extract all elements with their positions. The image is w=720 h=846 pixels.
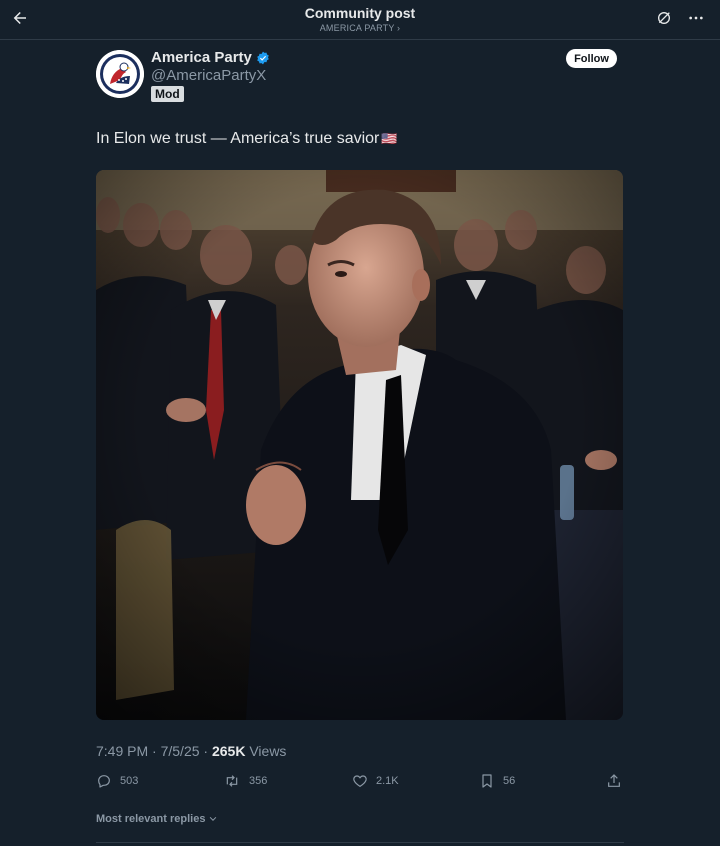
bookmark-icon (482, 774, 492, 788)
grok-icon (658, 12, 670, 24)
top-bar: Community post AMERICA PARTY › (0, 0, 720, 40)
post-image[interactable] (96, 170, 623, 720)
page-title: Community post (304, 5, 416, 21)
share-icon (608, 774, 620, 787)
views-count: 265K (211, 743, 246, 759)
header-title-group: Community post AMERICA PARTY › (0, 5, 720, 33)
more-button[interactable] (686, 8, 706, 28)
reply-count: 503 (120, 775, 139, 787)
like-icon (353, 775, 367, 787)
avatar[interactable] (96, 50, 144, 98)
community-link[interactable]: AMERICA PARTY › (0, 23, 720, 33)
flag-emoji: 🇺🇸 (381, 131, 398, 146)
meta-separator: · (152, 743, 161, 759)
post-meta: 7:49 PM · 7/5/25 · 265K Views (96, 743, 286, 759)
more-icon (689, 16, 703, 20)
reply-button[interactable]: 503 (96, 773, 138, 789)
follow-button[interactable]: Follow (566, 49, 617, 68)
grok-button[interactable] (654, 8, 674, 28)
replies-sort-dropdown[interactable]: Most relevant replies (96, 813, 218, 825)
share-button[interactable] (606, 773, 622, 789)
meta-separator: · (203, 743, 212, 759)
divider (96, 842, 624, 843)
repost-count: 356 (249, 775, 268, 787)
views-label: Views (249, 743, 287, 759)
like-count: 2.1K (376, 775, 399, 787)
america-party-logo (96, 50, 144, 98)
replies-sort-label: Most relevant replies (96, 813, 206, 825)
top-icons (654, 8, 706, 28)
author-name[interactable]: America Party (151, 49, 252, 66)
post-text: In Elon we trust — America’s true savior… (96, 130, 398, 148)
chevron-down-icon (210, 816, 217, 821)
repost-icon (226, 775, 238, 787)
post-photo (96, 170, 623, 720)
mod-badge: Mod (151, 86, 184, 102)
author-handle[interactable]: @AmericaPartyX (151, 67, 266, 84)
post-text-content: In Elon we trust — America’s true savior (96, 130, 380, 147)
post-time[interactable]: 7:49 PM (96, 743, 148, 759)
bookmark-count: 56 (503, 775, 516, 787)
author-name-row: America Party (151, 49, 270, 66)
repost-button[interactable]: 356 (223, 773, 267, 789)
verified-icon (257, 51, 269, 64)
reply-icon (98, 775, 110, 788)
action-bar: 503 356 2.1K 56 (96, 773, 624, 793)
like-button[interactable]: 2.1K (352, 773, 399, 789)
post-date[interactable]: 7/5/25 (161, 743, 200, 759)
bookmark-button[interactable]: 56 (479, 773, 515, 789)
